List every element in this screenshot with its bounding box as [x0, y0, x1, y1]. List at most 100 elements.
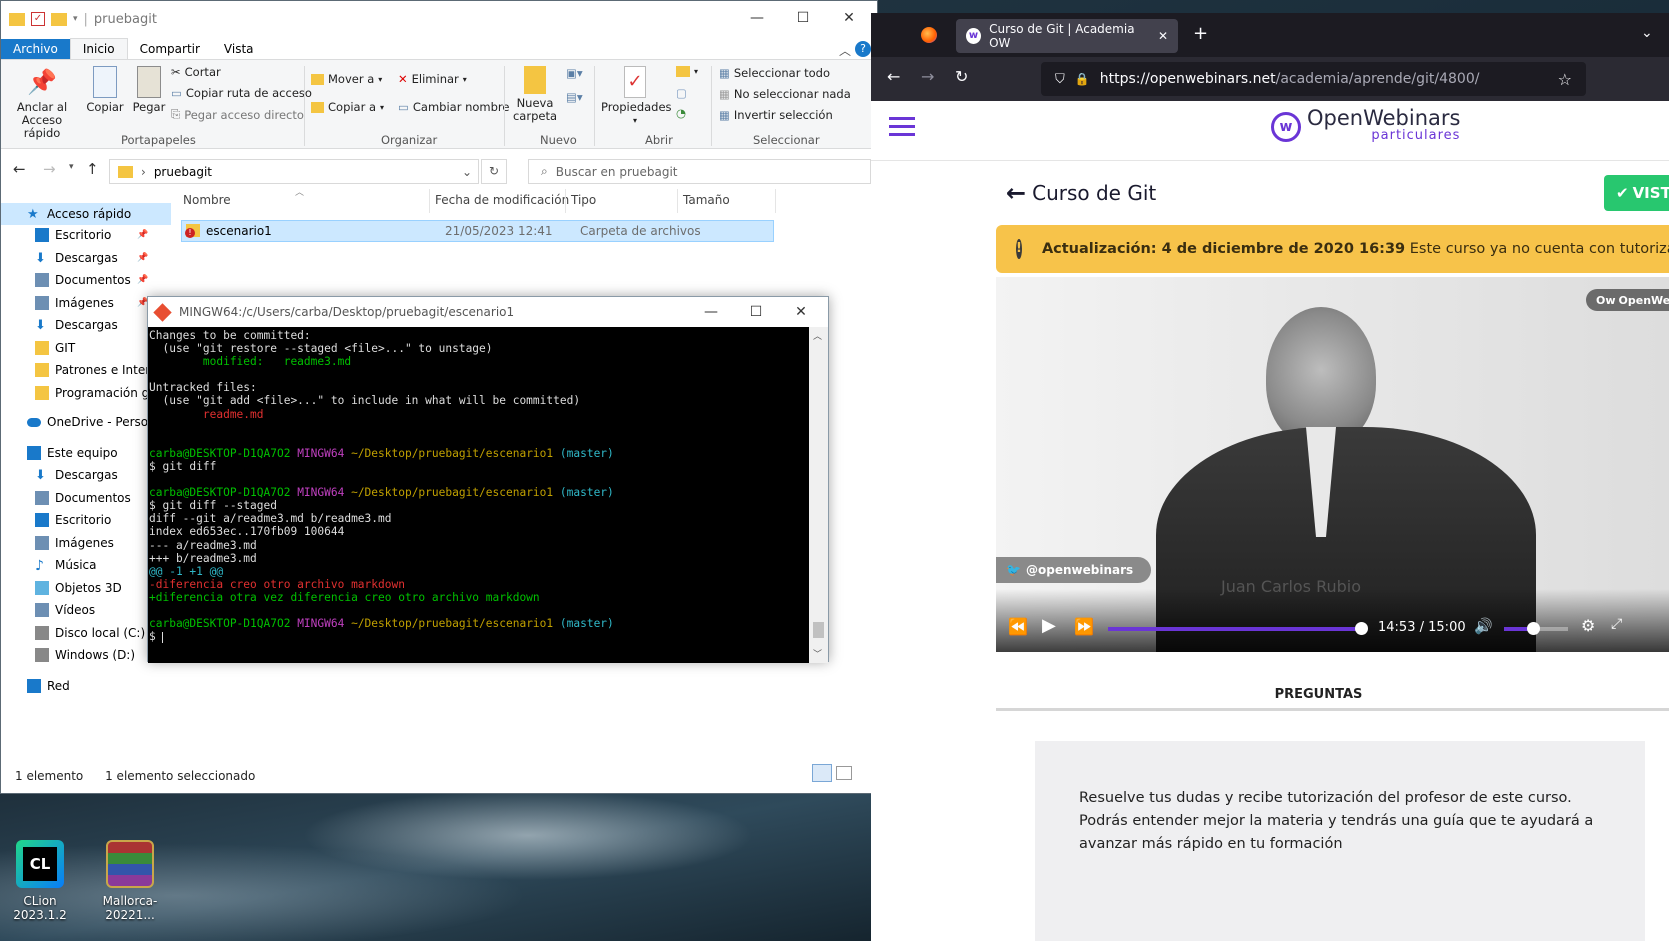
chevron-down-icon[interactable]: ⌄ [462, 165, 472, 179]
volume-icon[interactable]: 🔊 [1474, 617, 1493, 635]
address-bar[interactable]: › pruebagit ⌄ [109, 159, 479, 184]
column-date[interactable]: Fecha de modificación [435, 193, 569, 207]
nav-item[interactable]: ⬇ Descargas [35, 468, 118, 483]
tab-preguntas[interactable]: PREGUNTAS [996, 687, 1669, 711]
properties-quick-icon[interactable]: ✓ [31, 12, 45, 26]
nav-item[interactable]: ⬇ Descargas 📌 [35, 251, 148, 266]
pin-icon[interactable]: 📌 [137, 230, 148, 240]
new-folder-quick-icon[interactable] [51, 12, 67, 26]
easy-access-button[interactable]: ▤▾ [566, 90, 583, 104]
url-bar[interactable]: ⛉ 🔒 https://openwebinars.net/academia/ap… [1041, 62, 1586, 96]
nav-onedrive[interactable]: OneDrive - Personal [27, 415, 166, 429]
search-input[interactable]: ⌕ Buscar en pruebagit [528, 159, 871, 184]
back-arrow-icon[interactable]: ← [1006, 179, 1026, 207]
open-button[interactable]: ▾ [676, 66, 698, 77]
fast-forward-icon[interactable]: ⏩ [1074, 617, 1094, 636]
forward-arrow-icon[interactable]: → [43, 160, 56, 178]
chevron-down-icon[interactable]: ▾ [73, 14, 78, 24]
new-folder-button[interactable]: Nueva carpeta [509, 66, 561, 123]
column-size[interactable]: Tamaño [683, 193, 730, 207]
pin-icon[interactable]: 📌 [137, 275, 148, 285]
settings-gear-icon[interactable]: ⚙ [1581, 616, 1595, 635]
invert-selection-button[interactable]: ▦ Invertir selección [719, 108, 833, 122]
maximize-button[interactable]: ☐ [733, 297, 779, 327]
forward-arrow-icon[interactable]: → [921, 67, 934, 86]
reload-icon[interactable]: ↻ [955, 67, 968, 86]
list-tabs-icon[interactable]: ⌄ [1641, 25, 1653, 41]
progress-thumb[interactable] [1355, 622, 1369, 635]
move-to-button[interactable]: Mover a ▾ [311, 72, 382, 86]
tab-compartir[interactable]: Compartir [128, 39, 212, 59]
nav-item[interactable]: Objetos 3D [35, 580, 122, 595]
tab-vista[interactable]: Vista [212, 39, 266, 59]
close-button[interactable]: ✕ [826, 1, 872, 35]
nav-item[interactable]: Windows (D:) [35, 648, 135, 662]
nav-item[interactable]: Escritorio 📌 [35, 228, 148, 242]
refresh-icon[interactable]: ↻ [481, 159, 507, 184]
brand-logo[interactable]: w OpenWebinars particulares [1271, 108, 1460, 145]
up-arrow-icon[interactable]: ↑ [86, 160, 99, 178]
desktop-icon-clion[interactable]: CL CLion 2023.1.2 [0, 840, 80, 922]
volume-thumb[interactable] [1526, 622, 1540, 635]
large-icons-view-icon[interactable] [836, 766, 852, 780]
copy-button[interactable]: Copiar [85, 66, 125, 114]
delete-button[interactable]: ✕ Eliminar ▾ [398, 72, 467, 86]
nav-item[interactable]: Documentos [35, 490, 131, 505]
history-button[interactable]: ◔ [676, 106, 686, 120]
back-arrow-icon[interactable]: ← [13, 160, 26, 178]
volume-slider[interactable] [1504, 622, 1568, 635]
maximize-button[interactable]: ☐ [780, 1, 826, 35]
paste-button[interactable]: Pegar [129, 66, 169, 114]
hamburger-menu-icon[interactable] [889, 117, 915, 120]
close-tab-icon[interactable]: ✕ [1158, 29, 1168, 43]
nav-item[interactable]: Imágenes 📌 [35, 295, 148, 310]
nav-item[interactable]: ⬇ Descargas [35, 318, 118, 333]
tab-active[interactable]: w Curso de Git | Academia OW ✕ [956, 19, 1178, 53]
nav-item[interactable]: Documentos 📌 [35, 273, 148, 287]
table-row[interactable]: ! escenario1 21/05/2023 12:41 Carpeta de… [181, 220, 774, 242]
progress-bar[interactable] [1108, 622, 1369, 635]
properties-button[interactable]: ✓ Propiedades ▾ [601, 66, 672, 127]
bookmark-star-icon[interactable]: ☆ [1558, 70, 1572, 89]
scroll-up-icon[interactable]: ︿ [813, 329, 822, 342]
rename-button[interactable]: ▭ Cambiar nombre [398, 100, 509, 114]
new-item-button[interactable]: ▣▾ [566, 66, 583, 80]
select-all-button[interactable]: ▦ Seleccionar todo [719, 66, 830, 80]
pin-quick-access-button[interactable]: 📌 Anclar al Acceso rápido [9, 66, 75, 140]
nav-item[interactable]: Escritorio [35, 513, 111, 527]
scrollbar[interactable]: ︿ ﹀ [809, 327, 828, 663]
tab-inicio[interactable]: Inicio [69, 38, 128, 59]
edit-button[interactable]: ▢ [676, 86, 687, 100]
video-player[interactable]: OwOpenWebinars 🐦 @openwebinars Juan Carl… [996, 277, 1669, 652]
terminal-output[interactable]: Changes to be committed: (use "git resto… [148, 327, 810, 663]
firefox-icon[interactable] [921, 27, 937, 43]
play-icon[interactable]: ▶ [1042, 615, 1056, 636]
rewind-icon[interactable]: ⏪ [1008, 617, 1028, 636]
minimize-button[interactable]: — [734, 1, 780, 35]
cut-button[interactable]: ✂ Cortar [171, 65, 221, 79]
pin-icon[interactable]: 📌 [137, 253, 148, 263]
breadcrumb[interactable]: pruebagit [154, 165, 212, 179]
paste-shortcut-button[interactable]: ⎘ Pegar acceso directo [171, 107, 304, 122]
column-type[interactable]: Tipo [571, 193, 596, 207]
nav-quick-access[interactable]: ★ Acceso rápido [1, 203, 171, 225]
column-name[interactable]: Nombre [183, 193, 231, 207]
scroll-down-icon[interactable]: ﹀ [813, 647, 822, 660]
copy-path-button[interactable]: ▭ Copiar ruta de acceso [171, 86, 312, 100]
nav-this-pc[interactable]: Este equipo [27, 446, 118, 460]
tab-archivo[interactable]: Archivo [1, 39, 70, 59]
nav-item[interactable]: Imágenes [35, 535, 114, 550]
nav-item[interactable]: Disco local (C:) [35, 625, 145, 640]
help-icon[interactable]: ? [855, 41, 871, 57]
new-tab-icon[interactable]: + [1193, 23, 1208, 44]
collapse-ribbon-icon[interactable]: ︿ [835, 42, 855, 59]
recent-locations-icon[interactable]: ▾ [69, 162, 74, 172]
details-view-icon[interactable] [812, 764, 832, 782]
nav-item[interactable]: ♪ Música [35, 558, 97, 574]
desktop-icon-mallorca[interactable]: Mallorca-20221... [90, 840, 170, 922]
watch-button[interactable]: ✔ VIST [1604, 175, 1669, 211]
back-arrow-icon[interactable]: ← [887, 67, 900, 86]
nav-network[interactable]: Red [27, 679, 70, 693]
nav-item[interactable]: Programación gen [35, 385, 164, 400]
minimize-button[interactable]: — [688, 297, 734, 327]
